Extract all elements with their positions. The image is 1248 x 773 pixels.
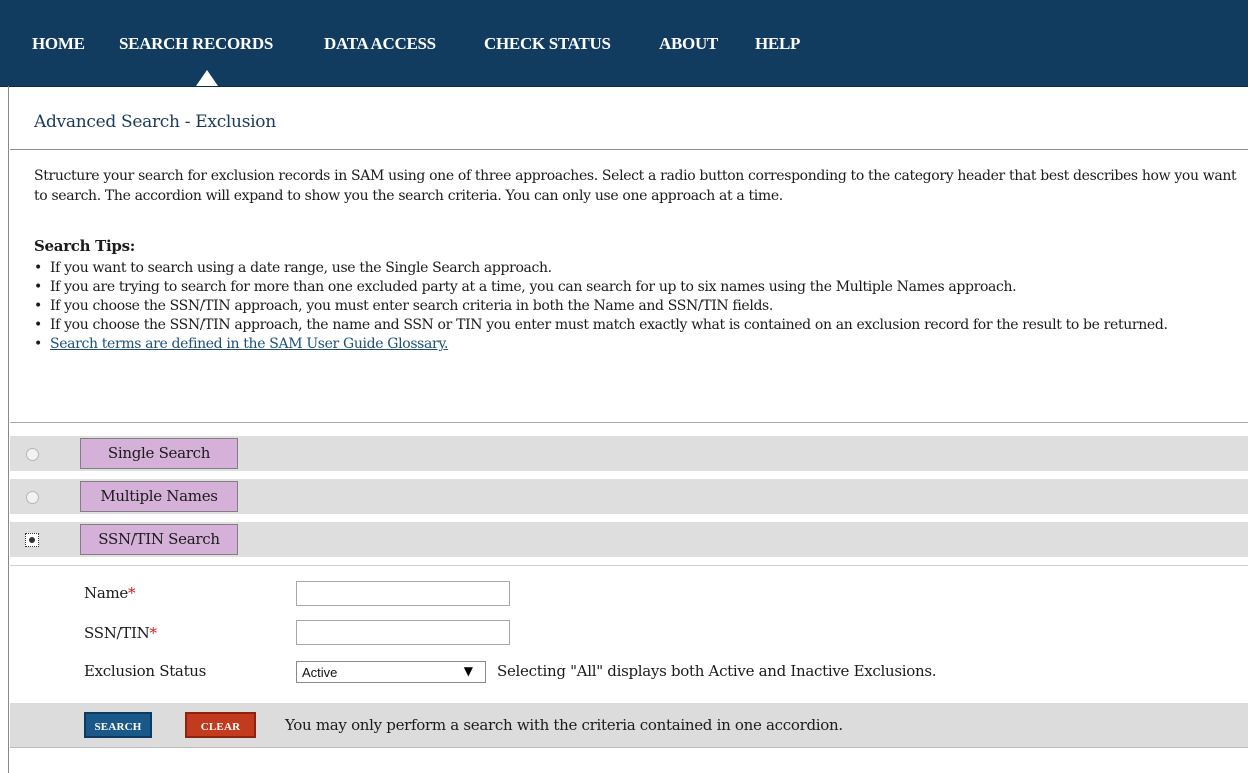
- action-note: You may only perform a search with the c…: [285, 716, 843, 734]
- nav-search-records[interactable]: SEARCH RECORDS: [119, 34, 273, 54]
- search-tips-heading: Search Tips:: [34, 237, 135, 255]
- ssn-tin-search-radio[interactable]: [25, 533, 39, 547]
- exclusion-status-select[interactable]: Active ▼: [296, 661, 486, 683]
- nav-check-status[interactable]: CHECK STATUS: [484, 34, 611, 54]
- search-tips-list: If you want to search using a date range…: [34, 259, 1244, 354]
- tip-item: If you choose the SSN/TIN approach, you …: [34, 297, 1244, 316]
- accordion-panel-divider: [10, 565, 1248, 566]
- content-left-border: [8, 86, 9, 773]
- intro-text: Structure your search for exclusion reco…: [34, 168, 1237, 204]
- name-field-label: Name*: [84, 584, 136, 602]
- tip-item: If you choose the SSN/TIN approach, the …: [34, 316, 1244, 335]
- required-marker: *: [149, 624, 157, 642]
- required-marker: *: [127, 584, 136, 602]
- single-search-radio[interactable]: [26, 448, 39, 461]
- action-bar-divider: [10, 747, 1248, 748]
- clear-button[interactable]: CLEAR: [185, 712, 256, 738]
- ssn-tin-field-label: SSN/TIN*: [84, 624, 157, 642]
- ssn-tin-input[interactable]: [296, 620, 510, 645]
- exclusion-status-note: Selecting "All" displays both Active and…: [497, 662, 937, 680]
- glossary-link[interactable]: Search terms are defined in the SAM User…: [50, 336, 448, 352]
- active-nav-caret: [196, 70, 218, 86]
- tip-item: If you are trying to search for more tha…: [34, 278, 1244, 297]
- exclusion-status-label: Exclusion Status: [84, 662, 207, 680]
- nav-help[interactable]: HELP: [755, 34, 800, 54]
- accordion-multiple-names: Multiple Names: [10, 479, 1248, 514]
- page-title: Advanced Search - Exclusion: [34, 112, 276, 132]
- dropdown-arrow-icon: ▼: [463, 664, 473, 678]
- exclusion-status-selected-value: Active: [302, 665, 338, 680]
- search-button[interactable]: SEARCH: [84, 712, 152, 738]
- tip-item-glossary: Search terms are defined in the SAM User…: [34, 335, 1244, 354]
- single-search-header-button[interactable]: Single Search: [80, 438, 238, 469]
- tip-item: If you want to search using a date range…: [34, 259, 1244, 278]
- title-divider: [10, 149, 1248, 150]
- name-input[interactable]: [296, 581, 510, 606]
- multiple-names-header-button[interactable]: Multiple Names: [80, 481, 238, 512]
- multiple-names-radio[interactable]: [26, 491, 39, 504]
- section-divider: [10, 422, 1248, 423]
- accordion-ssn-tin-search: SSN/TIN Search: [10, 522, 1248, 557]
- accordion-single-search: Single Search: [10, 436, 1248, 471]
- ssn-tin-search-header-button[interactable]: SSN/TIN Search: [80, 524, 238, 555]
- nav-data-access[interactable]: DATA ACCESS: [324, 34, 436, 54]
- nav-about[interactable]: ABOUT: [659, 34, 718, 54]
- top-navigation-bar: HOME SEARCH RECORDS DATA ACCESS CHECK ST…: [0, 0, 1248, 87]
- nav-home[interactable]: HOME: [32, 34, 85, 54]
